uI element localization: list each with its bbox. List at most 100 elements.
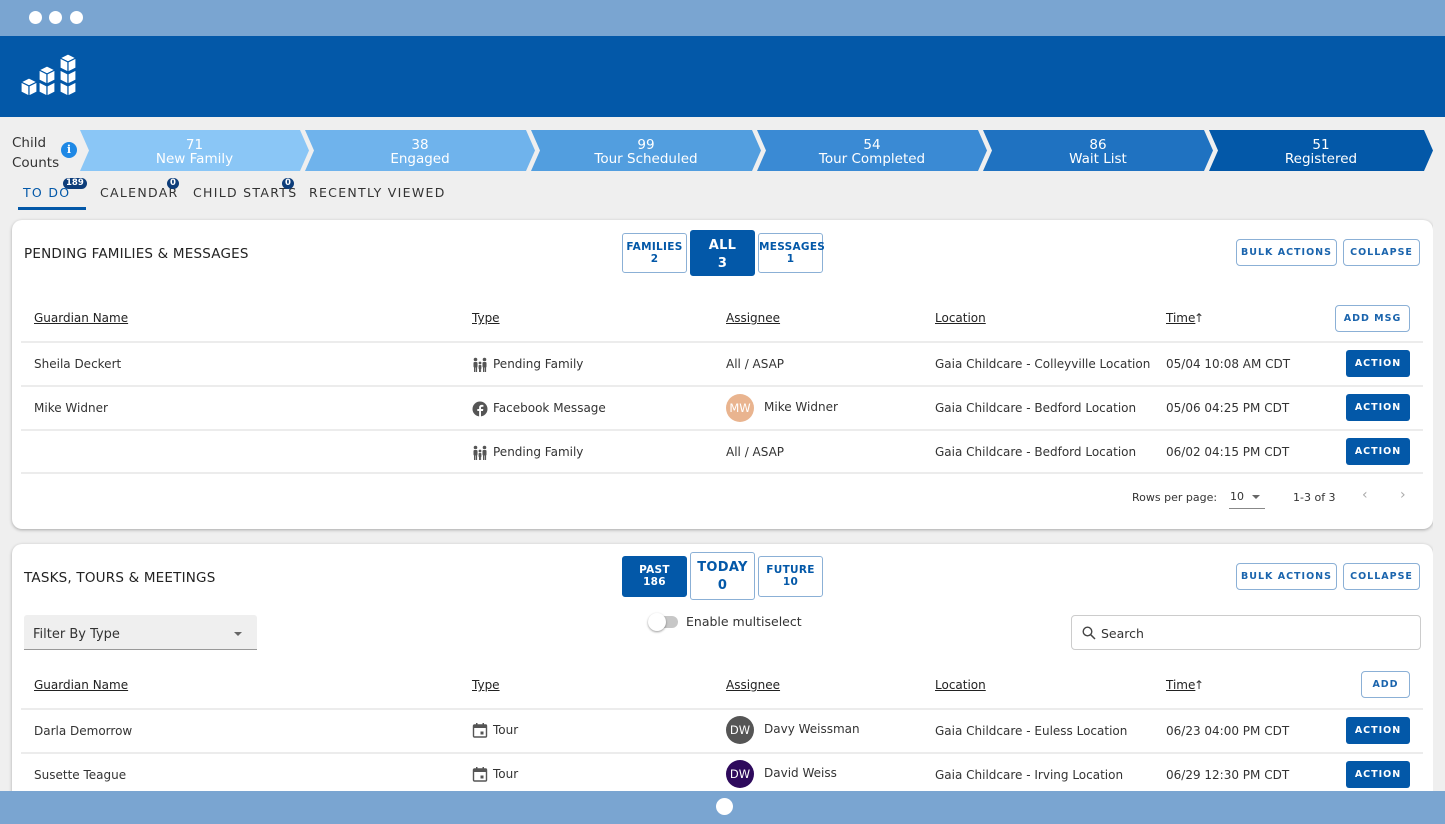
row-assignee: All / ASAP [726,445,785,459]
tab-child-starts[interactable]: CHILD STARTS 0 [193,178,297,200]
action-button[interactable]: ACTION [1346,438,1410,465]
stage-label: Registered [1284,151,1358,167]
filter-count: 1 [786,253,795,265]
collapse-button[interactable]: COLLAPSE [1343,239,1420,266]
pending-families-card: PENDING FAMILIES & MESSAGES FAMILIES 2 A… [12,220,1433,529]
row-time: 05/04 10:08 AM CDT [1166,357,1291,371]
search-placeholder: Search [1101,626,1144,641]
assignee-avatar: DW [726,716,754,744]
stage-count: 51 [1312,137,1330,153]
filter-label: MESSAGES [759,241,826,253]
stage-count: 54 [863,137,881,153]
pagination-range: 1-3 of 3 [1293,491,1336,504]
child-counts-label: Child Counts [12,133,59,173]
stage-count: 71 [185,137,204,153]
stage-label: Engaged [390,151,450,167]
action-button[interactable]: ACTION [1346,717,1410,744]
stage-engaged[interactable]: 38 Engaged [305,130,535,171]
row-location: Gaia Childcare - Bedford Location [935,401,1137,415]
column-location[interactable]: Location [935,311,986,325]
column-assignee[interactable]: Assignee [726,678,780,692]
filter-count: 186 [643,576,666,588]
column-time[interactable]: Time [1166,311,1195,325]
filter-by-type-label: Filter By Type [33,627,120,642]
column-type[interactable]: Type [472,678,500,692]
tab-label: CALENDAR [100,185,179,200]
active-tab-indicator [18,207,86,210]
filter-count: 0 [717,578,728,593]
row-type: Facebook Message [493,401,606,415]
window-close-button[interactable] [29,11,42,24]
guardian-name[interactable]: Susette Teague [34,768,126,782]
family-icon [473,445,487,460]
multiselect-toggle[interactable] [648,613,678,631]
action-button[interactable]: ACTION [1346,350,1410,377]
row-type: Tour [493,767,519,781]
row-divider [21,341,1423,343]
tab-recently-viewed[interactable]: RECENTLY VIEWED [309,180,446,200]
assignee-avatar: DW [726,760,754,788]
filter-messages-button[interactable]: MESSAGES 1 [758,233,826,273]
window-bottom-bar [0,791,1445,824]
action-button[interactable]: ACTION [1346,394,1410,421]
window-maximize-button[interactable] [70,11,83,24]
column-time[interactable]: Time [1166,678,1195,692]
guardian-name[interactable]: Sheila Deckert [34,357,121,371]
row-time: 06/29 12:30 PM CDT [1166,768,1290,782]
stage-tour-scheduled[interactable]: 99 Tour Scheduled [531,130,761,171]
tab-to-do[interactable]: TO DO 189 [23,178,87,200]
bulk-actions-button[interactable]: BULK ACTIONS [1236,563,1337,590]
calendar-icon [472,767,488,782]
add-msg-button[interactable]: ADD MSG [1335,305,1410,332]
info-icon[interactable]: i [61,142,77,158]
sort-ascending-icon[interactable]: ↑ [1194,311,1204,325]
stage-label: Tour Scheduled [594,151,698,167]
filter-today-button[interactable]: TODAY 0 [690,552,755,600]
row-divider [21,472,1423,474]
multiselect-label: Enable multiselect [686,614,802,629]
prev-page-icon[interactable]: ‹ [1362,487,1368,503]
stage-count: 38 [411,137,429,153]
window-minimize-button[interactable] [49,11,62,24]
row-location: Gaia Childcare - Bedford Location [935,445,1137,459]
filter-label: FUTURE [766,564,815,576]
row-divider [21,708,1423,710]
column-guardian-name[interactable]: Guardian Name [34,311,128,325]
bulk-actions-button[interactable]: BULK ACTIONS [1236,239,1337,266]
sort-ascending-icon[interactable]: ↑ [1194,678,1204,692]
rows-per-page-label: Rows per page: [1132,491,1218,504]
row-assignee: Mike Widner [764,400,838,414]
column-location[interactable]: Location [935,678,986,692]
search-input[interactable]: Search [1071,615,1421,650]
stage-new-family[interactable]: 71 New Family [80,130,309,171]
facebook-icon [472,401,488,417]
tab-badge: 0 [282,178,294,189]
row-time: 06/23 04:00 PM CDT [1166,724,1290,738]
column-guardian-name[interactable]: Guardian Name [34,678,128,692]
stage-registered[interactable]: 51 Registered [1209,130,1433,171]
cubes-logo-icon[interactable] [20,52,84,98]
collapse-button[interactable]: COLLAPSE [1343,563,1420,590]
filter-families-button[interactable]: FAMILIES 2 [622,233,687,273]
filter-by-type-select[interactable]: Filter By Type [24,615,257,650]
next-page-icon[interactable]: › [1400,487,1406,503]
page-scrollbar[interactable] [1433,117,1445,791]
filter-label: ALL [708,238,737,253]
stage-tour-completed[interactable]: 54 Tour Completed [757,130,987,171]
tab-calendar[interactable]: CALENDAR 0 [100,178,179,200]
filter-future-button[interactable]: FUTURE 10 [758,556,823,597]
home-indicator[interactable] [716,798,733,815]
filter-all-button[interactable]: ALL 3 [690,230,755,276]
filter-past-button[interactable]: PAST 186 [622,556,687,597]
row-time: 05/06 04:25 PM CDT [1166,401,1290,415]
add-button[interactable]: ADD [1361,671,1410,698]
column-type[interactable]: Type [472,311,500,325]
guardian-name[interactable]: Darla Demorrow [34,724,132,738]
rows-per-page-select[interactable]: 10 [1229,489,1265,509]
stage-count: 86 [1089,137,1107,153]
action-button[interactable]: ACTION [1346,761,1410,788]
filter-count: 2 [650,253,659,265]
column-assignee[interactable]: Assignee [726,311,780,325]
guardian-name[interactable]: Mike Widner [34,401,108,415]
stage-wait-list[interactable]: 86 Wait List [983,130,1213,171]
